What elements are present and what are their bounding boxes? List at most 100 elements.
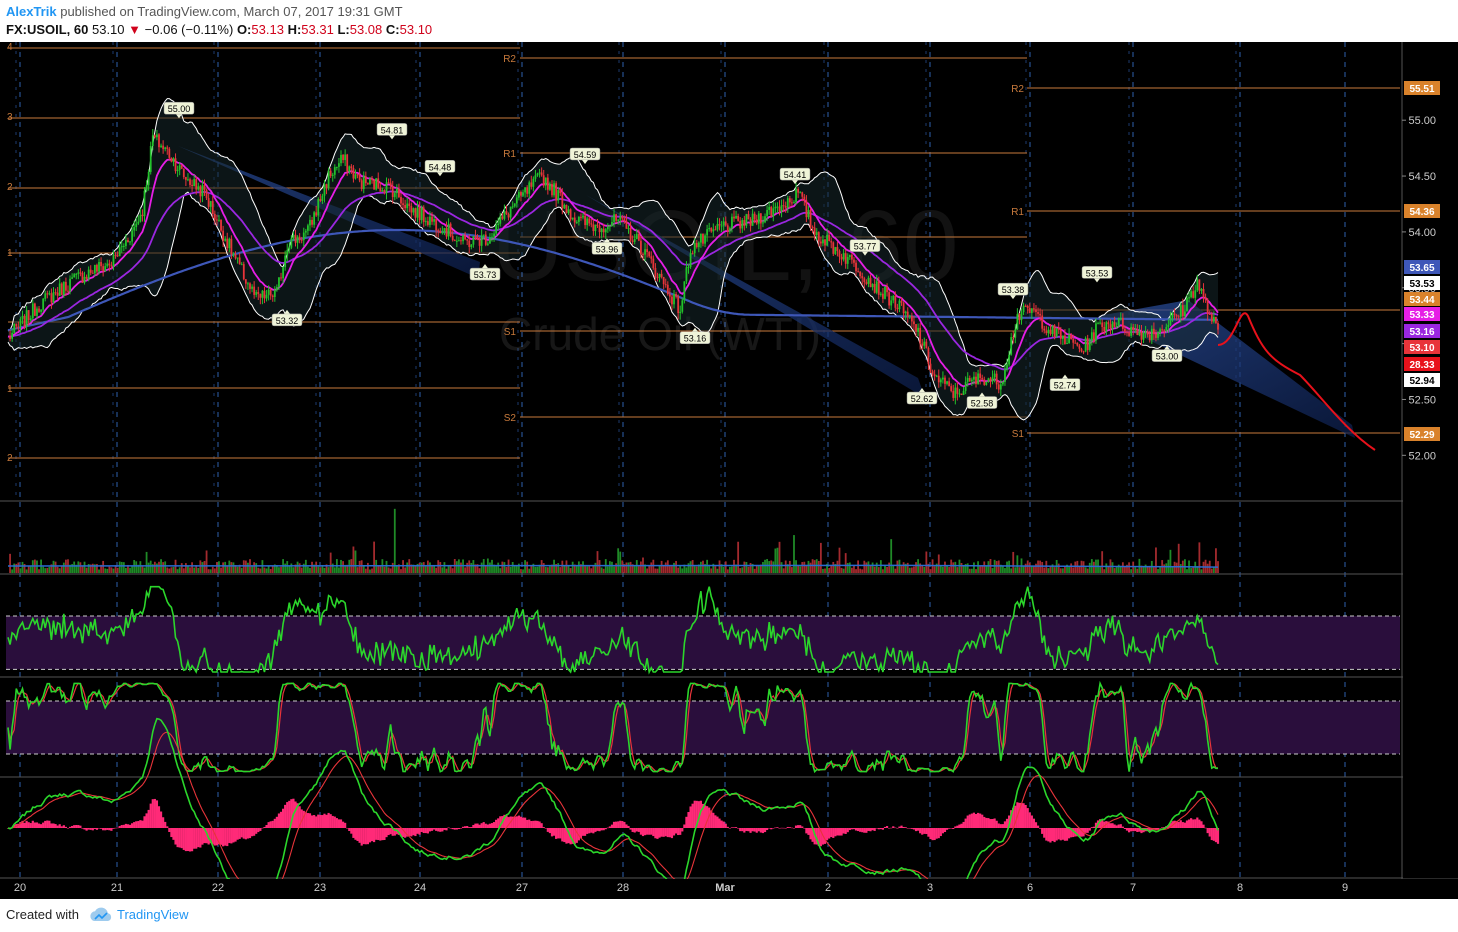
volume-bar	[524, 560, 526, 573]
candle-body	[42, 298, 45, 310]
volume-bar	[54, 561, 57, 573]
volume-bar	[770, 560, 773, 573]
candle-body	[582, 215, 584, 218]
macd-histogram-bar	[753, 828, 756, 832]
macd-histogram-bar	[730, 827, 734, 828]
volume-bar	[1144, 564, 1147, 573]
candle-body	[131, 230, 134, 242]
high-label: H:	[287, 22, 302, 37]
time-axis[interactable]: 20 21 22 23 24 27 28 Mar 2 3 6 7 8 9	[0, 879, 1458, 899]
candle-body	[226, 238, 229, 249]
pivot-label-right: R1	[1011, 207, 1024, 218]
volume-bar	[118, 561, 121, 573]
macd-histogram-bar	[1187, 819, 1191, 828]
candle-body	[292, 234, 295, 239]
volume-bar	[563, 565, 566, 573]
macd-histogram-bar	[797, 825, 800, 828]
symbol-label[interactable]: FX:USOIL, 60	[6, 22, 88, 37]
macd-histogram-bar	[344, 822, 347, 828]
volume-bar	[91, 563, 94, 573]
macd-histogram-bar	[341, 821, 345, 828]
volume-bar	[162, 562, 165, 573]
candle-body	[267, 289, 270, 295]
macd-histogram-bar	[840, 828, 843, 836]
macd-histogram-bar	[1113, 824, 1116, 828]
candle-body	[1150, 328, 1153, 341]
volume-bar	[11, 569, 14, 573]
macd-histogram-bar	[892, 826, 895, 828]
candle-body	[534, 175, 537, 179]
price-axis[interactable]: 55.0054.5054.0053.5053.0052.5052.0055.51…	[1402, 42, 1458, 878]
volume-bar	[867, 561, 870, 573]
volume-bar	[501, 561, 504, 573]
volume-bar	[176, 569, 179, 573]
macd-histogram-bar	[62, 825, 65, 828]
candle-body	[549, 183, 551, 190]
macd-histogram-bar	[523, 817, 527, 828]
candle-body	[596, 224, 599, 226]
candle-body	[455, 240, 458, 242]
candle-body	[27, 310, 30, 321]
candle-body	[700, 233, 702, 243]
macd-histogram-bar	[379, 828, 382, 841]
candle-body	[511, 206, 514, 208]
candle-body	[112, 254, 115, 267]
macd-histogram-bar	[478, 824, 481, 828]
candle-body	[522, 192, 524, 196]
candle-body	[648, 252, 651, 257]
time-tick-label: 9	[1342, 882, 1348, 894]
volume-bar	[633, 566, 636, 573]
candle-body	[166, 147, 169, 149]
volume-bar	[985, 566, 988, 573]
candle-body	[691, 253, 694, 255]
candle-body	[894, 295, 897, 308]
candle-body	[1030, 308, 1033, 313]
candle-body	[644, 249, 646, 255]
macd-histogram-bar	[666, 828, 669, 838]
macd-histogram-bar	[104, 828, 107, 831]
macd-histogram-bar	[557, 828, 560, 839]
candle-body	[170, 157, 173, 162]
candle-body	[958, 393, 961, 395]
macd-histogram-bar	[273, 818, 276, 828]
author-link[interactable]: AlexTrik	[6, 4, 57, 19]
time-tick-label: 2	[825, 882, 831, 894]
volume-bar	[331, 563, 334, 573]
macd-histogram-bar	[737, 828, 740, 829]
candle-body	[333, 167, 336, 175]
candle-body	[1148, 334, 1151, 341]
volume-bar	[180, 563, 183, 573]
volume-bar	[546, 567, 549, 573]
candle-body	[855, 262, 857, 272]
volume-bar	[660, 560, 663, 573]
macd-histogram-bar	[902, 826, 905, 828]
volume-bar	[42, 566, 45, 573]
candle-body	[594, 224, 597, 232]
candle-body	[489, 237, 491, 244]
candle-body	[284, 255, 287, 268]
volume-bar	[224, 561, 227, 573]
macd-histogram-bar	[581, 828, 585, 836]
volume-bar	[362, 565, 365, 573]
candle-body	[890, 300, 893, 306]
volume-bar	[52, 560, 55, 573]
macd-histogram-bar	[89, 828, 92, 830]
candle-body	[325, 184, 328, 188]
volume-bar	[695, 566, 698, 573]
volume-bar	[700, 561, 702, 573]
volume-bar	[44, 568, 47, 573]
chart-canvas[interactable]: USOIL, 60 Crude Oil (WTI) 432112R2R1S1S2…	[0, 42, 1458, 899]
macd-histogram-bar	[908, 828, 911, 829]
tradingview-link[interactable]: TradingView	[117, 907, 189, 922]
macd-histogram-bar	[677, 828, 680, 836]
volume-bar	[991, 568, 994, 573]
volume-bar	[658, 565, 661, 573]
macd-histogram-bar	[195, 828, 198, 849]
candle-body	[263, 290, 266, 299]
candle-body	[726, 225, 729, 232]
macd-histogram-bar	[838, 828, 841, 836]
candle-body	[307, 225, 309, 231]
volume-bar	[1210, 568, 1213, 573]
candle-body	[52, 292, 55, 303]
macd-histogram-bar	[418, 828, 421, 835]
